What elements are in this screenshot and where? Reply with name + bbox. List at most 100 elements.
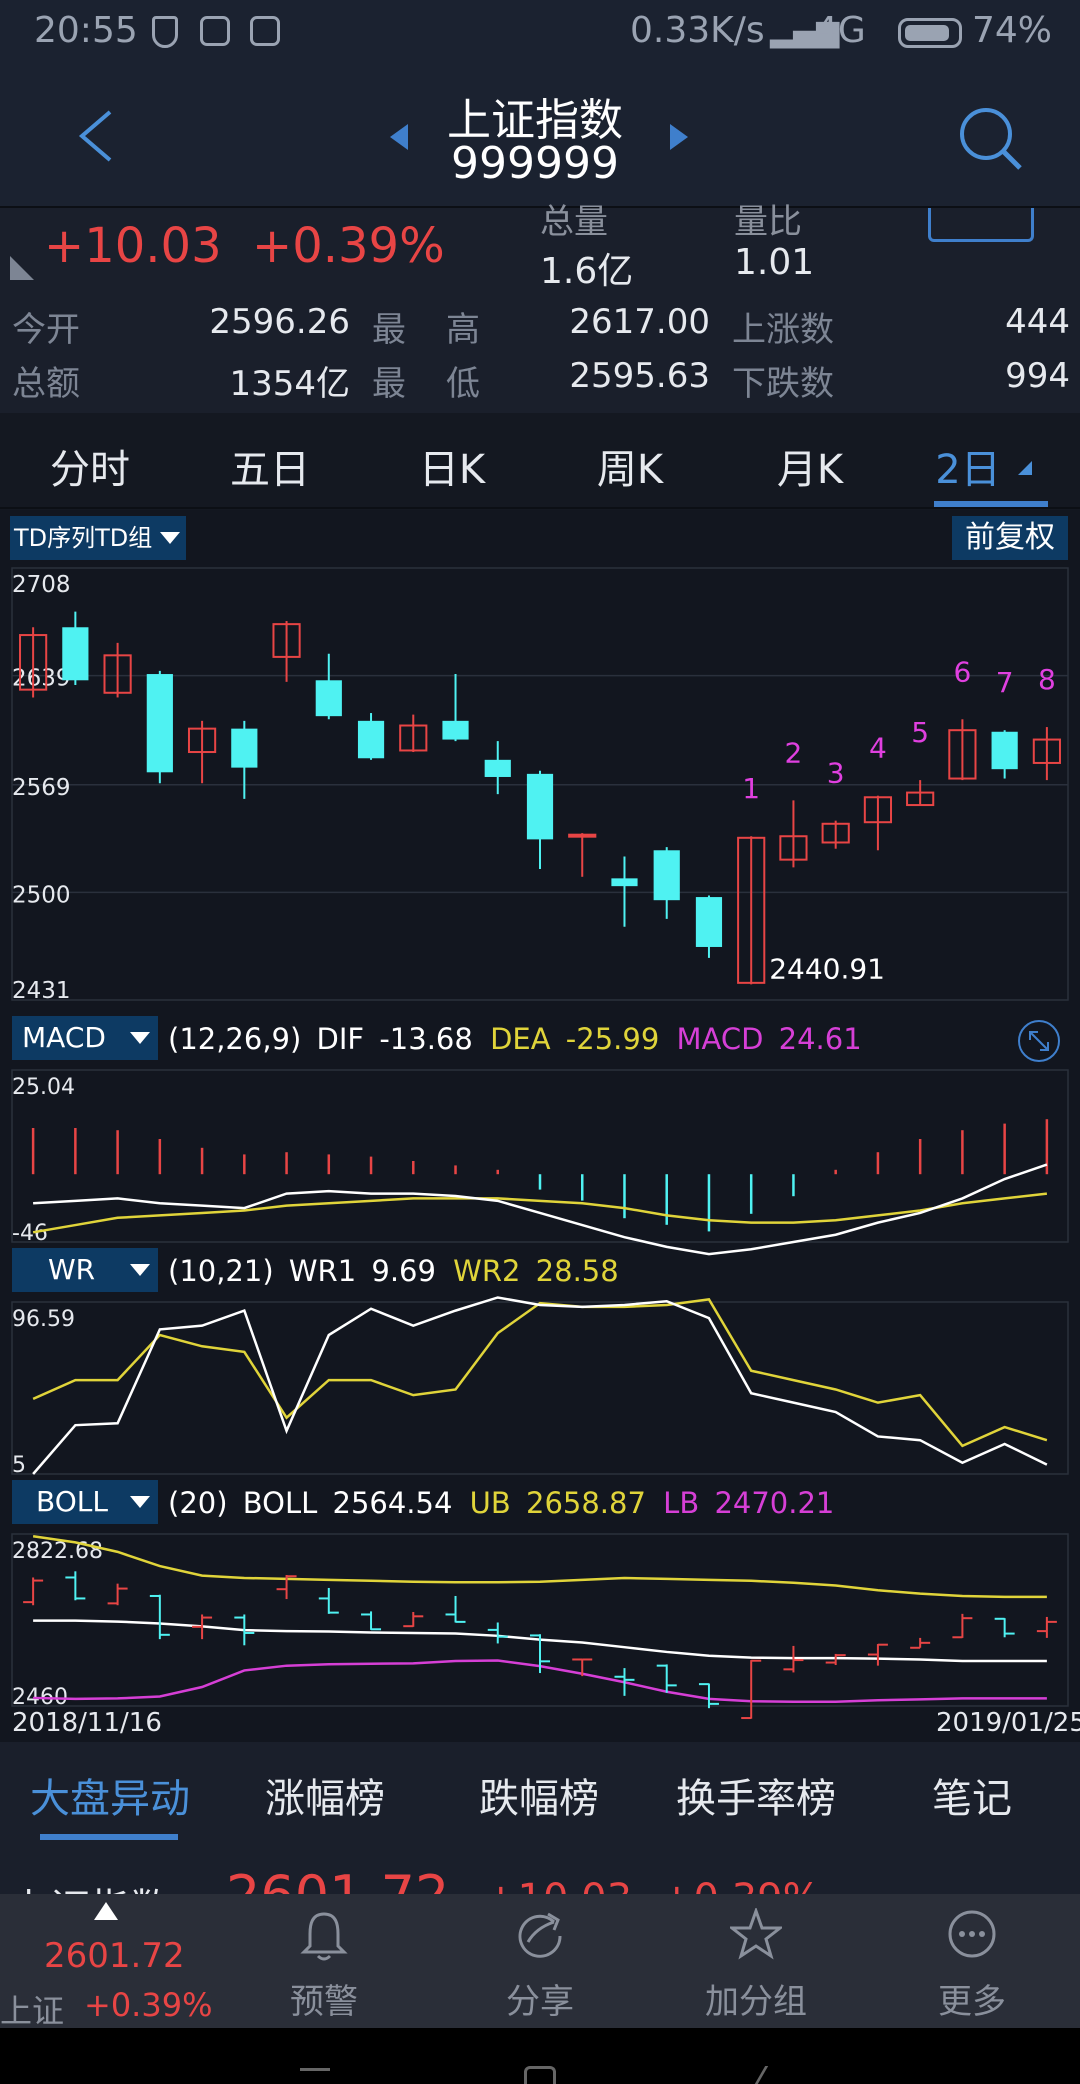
expand-button[interactable] [1018,1020,1060,1062]
high-value: 2617.00 [569,302,710,342]
share-button[interactable]: 分享 [440,1894,640,2028]
collapse-box[interactable] [928,208,1034,242]
td-sequence-label: 8 [1038,663,1056,696]
tab-notes[interactable]: 笔记 [912,1766,1032,1824]
amount-value: 1354亿 [229,364,350,404]
boll-value: 2564.54 [332,1486,453,1520]
ticker-change: +10.03 [484,1876,632,1894]
status-time: 20:55 [34,10,138,51]
tab-market-movement[interactable]: 大盘异动 [20,1766,200,1824]
volume-value: 1.6亿 [540,251,634,292]
nav-home-button[interactable] [524,2066,556,2084]
candle-body [991,731,1018,770]
mini-name: 上证 [0,1992,65,2030]
ratio-label: 量比 [734,202,802,242]
rank-tabs: 大盘异动 涨幅榜 跌幅榜 换手率榜 笔记 [0,1742,1080,1840]
tab-turnover[interactable]: 换手率榜 [666,1766,846,1824]
td-sequence-label: 6 [953,655,971,688]
tab-gainers[interactable]: 涨幅榜 [240,1766,410,1824]
tab-weekly-k[interactable]: 周K [560,437,700,495]
more-button[interactable]: 更多 [872,1894,1072,2028]
min-price-annotation: 2440.91 [769,952,885,985]
chart-svg: 270826392569250024312440.911234 56 7 825.04… [11,567,1069,1720]
more-icon [948,1910,996,1958]
system-nav-bar [0,2028,1080,2084]
low-value: 2595.63 [569,356,710,396]
share-label: 分享 [506,1982,574,2022]
triangle-right-icon [670,124,688,150]
tab-monthly-k[interactable]: 月K [740,437,880,495]
boll-legend: (20) BOLL 2564.54 UB 2658.87 LB 2470.21 [168,1486,834,1520]
ticker-price: 2601.72 [226,1864,449,1894]
next-index-button[interactable] [666,122,690,152]
macd-select[interactable]: MACD [12,1016,158,1060]
alert-button[interactable]: 预警 [224,1894,424,2028]
end-date: 2019/01/25 [936,1708,1080,1738]
price-tick-label: 2431 [12,978,71,1004]
down-count-label: 下跌数 [732,364,834,404]
nav-menu-button[interactable] [300,2068,330,2084]
wr2-line [32,1298,1048,1448]
dea-label: DEA [490,1022,551,1056]
td-sequence-label: 3 [827,757,845,790]
header: 上证指数 999999 [0,66,1080,208]
dea-value: -25.99 [565,1022,660,1056]
tab-five-day[interactable]: 五日 [200,437,340,495]
ub-value: 2658.87 [526,1486,646,1520]
low-label-1: 最 [372,364,406,404]
tab-losers[interactable]: 跌幅榜 [454,1766,624,1824]
lb-label: LB [663,1486,700,1520]
lb-value: 2470.21 [714,1486,835,1520]
ticker-row[interactable]: 上证指数 2601.72 +10.03 +0.39% [0,1840,1080,1894]
battery-icon [898,18,962,48]
wr-select[interactable]: WR [12,1248,158,1292]
triangle-down-icon [1018,461,1032,475]
open-value: 2596.26 [209,302,350,342]
chart-area: TD序列TD组 前复权 2708 2639 2569 2500 2431 2440.91 1… [0,510,1080,1742]
td-sequence-label: 4 [869,732,887,765]
change-value: +10.03 [44,218,222,274]
candle-body [442,720,469,740]
quote-summary: +10.03 +0.39% 总量 1.6亿 量比 1.01 今开 2596.26… [0,202,1080,413]
candle-body [526,773,554,840]
bottom-toolbar: 2601.72 上证 +0.39% 预警 分享 加分组 更多 [0,1894,1080,2030]
price-tick-label: 2708 [12,572,71,598]
boll-panel-frame [11,1533,1069,1707]
mini-percent: +0.39% [84,1986,213,2024]
tab-daily-k[interactable]: 日K [382,437,522,495]
candle-body [653,850,680,901]
expand-icon [1029,1031,1049,1051]
add-group-label: 加分组 [705,1982,807,2022]
boll-select[interactable]: BOLL [12,1480,158,1524]
candle-body [484,759,511,777]
tab-intraday[interactable]: 分时 [20,437,160,495]
boll-tag: BOLL [36,1485,108,1518]
battery-level: 74% [972,10,1053,51]
tab-two-day[interactable]: 2日 [918,437,1018,495]
wr1-label: WR1 [288,1254,357,1288]
macd-params: (12,26,9) [168,1022,302,1056]
high-label-1: 最 [372,310,406,350]
start-date: 2018/11/16 [12,1708,162,1738]
macd-label: MACD [676,1022,764,1056]
candle-body [357,720,385,759]
mini-price: 2601.72 [44,1936,185,1976]
dropdown-arrow-icon [130,1032,150,1044]
index-mini-quote[interactable]: 2601.72 上证 +0.39% [0,1894,220,2030]
candle-body [695,897,723,947]
wr-tag: WR [48,1253,96,1286]
search-button[interactable] [956,104,1026,174]
shield-icon [152,16,178,48]
high-label-2: 高 [446,310,480,350]
nav-back-button[interactable] [754,2066,786,2084]
td-sequence-label: 5 [911,716,929,749]
back-button[interactable] [70,106,130,166]
low-label-2: 低 [446,364,480,404]
more-label: 更多 [938,1982,1006,2022]
wr-bottom-label: 5 [12,1453,26,1478]
chevron-left-icon [78,110,112,162]
ratio-value: 1.01 [734,242,815,283]
add-group-button[interactable]: 加分组 [656,1894,856,2028]
price-tick-label: 2569 [12,775,71,801]
td-sequence-label: 1 [742,772,760,805]
